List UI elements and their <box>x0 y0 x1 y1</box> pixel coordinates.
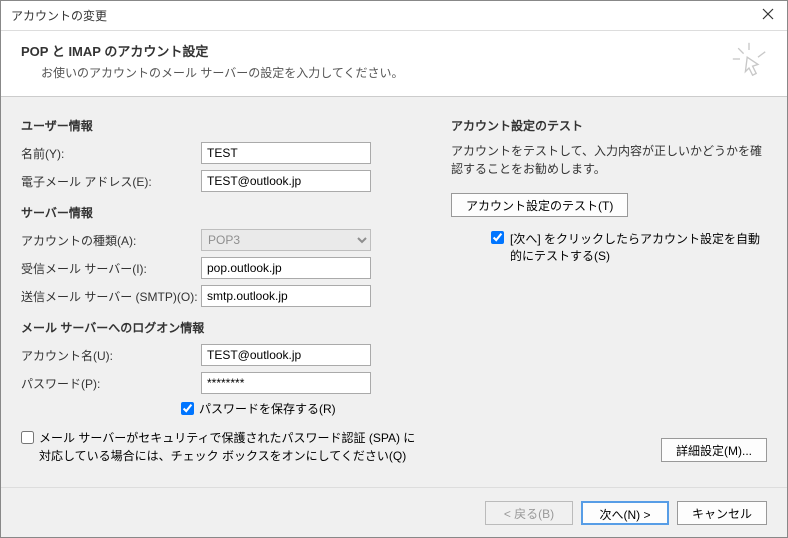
spa-label: メール サーバーがセキュリティで保護されたパスワード認証 (SPA) に対応して… <box>39 429 421 465</box>
logon-info-section: メール サーバーへのログオン情報 アカウント名(U): パスワード(P): パス… <box>21 319 421 417</box>
user-info-section: ユーザー情報 名前(Y): 電子メール アドレス(E): <box>21 117 421 192</box>
next-button[interactable]: 次へ(N) > <box>581 501 669 525</box>
password-input[interactable] <box>201 372 371 394</box>
header: POP と IMAP のアカウント設定 お使いのアカウントのメール サーバーの設… <box>1 31 787 97</box>
test-account-button[interactable]: アカウント設定のテスト(T) <box>451 193 628 217</box>
account-type-select[interactable]: POP3 <box>201 229 371 251</box>
footer: < 戻る(B) 次へ(N) > キャンセル <box>1 487 787 537</box>
cancel-button[interactable]: キャンセル <box>677 501 767 525</box>
save-password-checkbox[interactable] <box>181 402 194 415</box>
name-label: 名前(Y): <box>21 145 201 162</box>
test-description: アカウントをテストして、入力内容が正しいかどうかを確認することをお勧めします。 <box>451 142 767 178</box>
cursor-icon <box>731 41 767 80</box>
back-button: < 戻る(B) <box>485 501 573 525</box>
header-title: POP と IMAP のアカウント設定 <box>21 41 767 60</box>
email-input[interactable] <box>201 170 371 192</box>
dialog-title: アカウントの変更 <box>11 7 107 24</box>
left-column: ユーザー情報 名前(Y): 電子メール アドレス(E): サーバー情報 アカウン… <box>21 117 421 482</box>
incoming-input[interactable] <box>201 257 371 279</box>
email-label: 電子メール アドレス(E): <box>21 173 201 190</box>
account-type-label: アカウントの種類(A): <box>21 232 201 249</box>
header-subtitle: お使いのアカウントのメール サーバーの設定を入力してください。 <box>41 64 767 81</box>
logon-info-title: メール サーバーへのログオン情報 <box>21 319 421 336</box>
outgoing-input[interactable] <box>201 285 371 307</box>
auto-test-label: [次へ] をクリックしたらアカウント設定を自動的にテストする(S) <box>510 231 767 265</box>
incoming-label: 受信メール サーバー(I): <box>21 260 201 277</box>
detail-settings-button[interactable]: 詳細設定(M)... <box>661 438 767 462</box>
test-title: アカウント設定のテスト <box>451 117 767 134</box>
save-password-label: パスワードを保存する(R) <box>199 400 336 417</box>
close-icon <box>761 7 775 21</box>
account-name-input[interactable] <box>201 344 371 366</box>
spa-row: メール サーバーがセキュリティで保護されたパスワード認証 (SPA) に対応して… <box>21 429 421 465</box>
dialog-window: アカウントの変更 POP と IMAP のアカウント設定 お使いのアカウントのメ… <box>0 0 788 538</box>
right-column: アカウント設定のテスト アカウントをテストして、入力内容が正しいかどうかを確認す… <box>451 117 767 482</box>
outgoing-label: 送信メール サーバー (SMTP)(O): <box>21 288 201 305</box>
auto-test-checkbox[interactable] <box>491 231 504 244</box>
server-info-title: サーバー情報 <box>21 204 421 221</box>
account-name-label: アカウント名(U): <box>21 347 201 364</box>
close-button[interactable] <box>761 7 779 25</box>
user-info-title: ユーザー情報 <box>21 117 421 134</box>
server-info-section: サーバー情報 アカウントの種類(A): POP3 受信メール サーバー(I): … <box>21 204 421 307</box>
spa-checkbox[interactable] <box>21 431 34 444</box>
password-label: パスワード(P): <box>21 375 201 392</box>
titlebar: アカウントの変更 <box>1 1 787 31</box>
name-input[interactable] <box>201 142 371 164</box>
